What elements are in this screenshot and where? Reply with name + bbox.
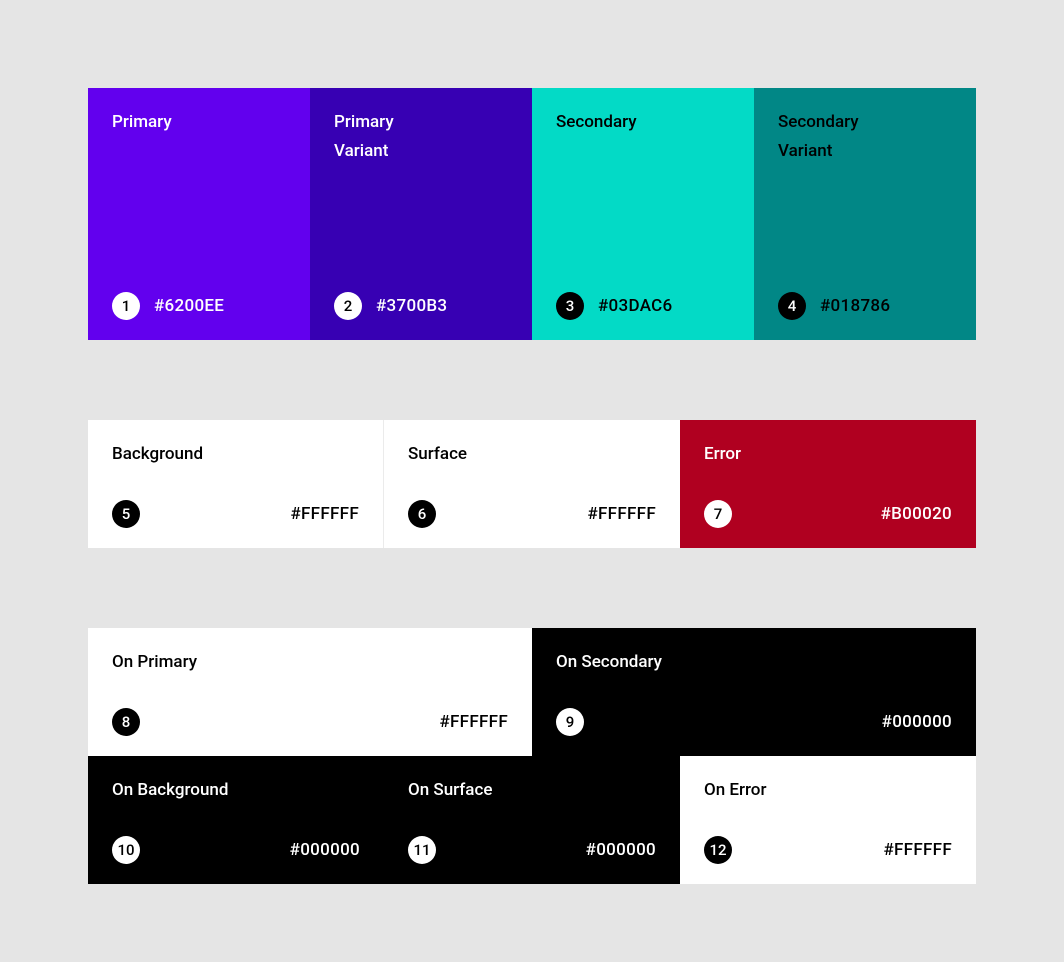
swatch-hex: #FFFFFF: [439, 712, 508, 732]
swatch-hex: #018786: [820, 296, 890, 316]
swatch-number-badge: 7: [704, 500, 732, 528]
swatch-label: Secondary: [556, 108, 730, 137]
swatch-label: On Surface: [408, 776, 656, 805]
swatch-primary-variant: PrimaryVariant 2 #3700B3: [310, 88, 532, 340]
swatch-number-badge: 11: [408, 836, 436, 864]
swatch-footer: 10 #000000: [112, 836, 360, 864]
swatch-number-badge: 9: [556, 708, 584, 736]
swatch-surface: Surface 6 #FFFFFF: [384, 420, 680, 548]
swatch-number-badge: 8: [112, 708, 140, 736]
swatch-footer: 4 #018786: [778, 292, 952, 320]
swatch-number-badge: 6: [408, 500, 436, 528]
surface-colors-row: Background 5 #FFFFFF Surface 6 #FFFFFF E…: [88, 420, 976, 548]
swatch-footer: 3 #03DAC6: [556, 292, 730, 320]
on-colors-row: On Primary 8 #FFFFFF On Secondary 9 #000…: [88, 628, 976, 884]
swatch-error: Error 7 #B00020: [680, 420, 976, 548]
swatch-hex: #B00020: [881, 504, 952, 524]
swatch-number-badge: 4: [778, 292, 806, 320]
swatch-footer: 12 #FFFFFF: [704, 836, 952, 864]
swatch-secondary-variant: SecondaryVariant 4 #018786: [754, 88, 976, 340]
swatch-hex: #FFFFFF: [290, 504, 359, 524]
swatch-number-badge: 2: [334, 292, 362, 320]
swatch-footer: 6 #FFFFFF: [408, 500, 656, 528]
swatch-hex: #03DAC6: [598, 296, 673, 316]
swatch-on-surface: On Surface 11 #000000: [384, 756, 680, 884]
swatch-secondary: Secondary 3 #03DAC6: [532, 88, 754, 340]
swatch-primary: Primary 1 #6200EE: [88, 88, 310, 340]
swatch-on-secondary: On Secondary 9 #000000: [532, 628, 976, 756]
swatch-hex: #6200EE: [154, 296, 224, 316]
swatch-hex: #3700B3: [376, 296, 447, 316]
swatch-number-badge: 3: [556, 292, 584, 320]
swatch-background: Background 5 #FFFFFF: [88, 420, 384, 548]
swatch-on-primary: On Primary 8 #FFFFFF: [88, 628, 532, 756]
swatch-hex: #000000: [586, 840, 656, 860]
swatch-footer: 9 #000000: [556, 708, 952, 736]
swatch-label: Surface: [408, 440, 656, 469]
swatch-footer: 7 #B00020: [704, 500, 952, 528]
swatch-label: On Error: [704, 776, 952, 805]
swatch-number-badge: 5: [112, 500, 140, 528]
swatch-number-badge: 1: [112, 292, 140, 320]
swatch-footer: 8 #FFFFFF: [112, 708, 508, 736]
swatch-label: On Background: [112, 776, 360, 805]
swatch-hex: #000000: [882, 712, 952, 732]
swatch-label: Background: [112, 440, 359, 469]
theme-colors-row: Primary 1 #6200EE PrimaryVariant 2 #3700…: [88, 88, 976, 340]
swatch-label: Primary: [112, 108, 286, 137]
swatch-on-background: On Background 10 #000000: [88, 756, 384, 884]
swatch-label: On Secondary: [556, 648, 952, 677]
swatch-label: On Primary: [112, 648, 508, 677]
swatch-number-badge: 10: [112, 836, 140, 864]
swatch-label: Error: [704, 440, 952, 469]
swatch-hex: #000000: [290, 840, 360, 860]
swatch-footer: 5 #FFFFFF: [112, 500, 359, 528]
swatch-footer: 2 #3700B3: [334, 292, 508, 320]
swatch-label: PrimaryVariant: [334, 108, 508, 166]
swatch-number-badge: 12: [704, 836, 732, 864]
swatch-label: SecondaryVariant: [778, 108, 952, 166]
swatch-footer: 11 #000000: [408, 836, 656, 864]
swatch-hex: #FFFFFF: [883, 840, 952, 860]
swatch-footer: 1 #6200EE: [112, 292, 286, 320]
swatch-hex: #FFFFFF: [587, 504, 656, 524]
swatch-on-error: On Error 12 #FFFFFF: [680, 756, 976, 884]
color-palette: Primary 1 #6200EE PrimaryVariant 2 #3700…: [88, 88, 976, 884]
